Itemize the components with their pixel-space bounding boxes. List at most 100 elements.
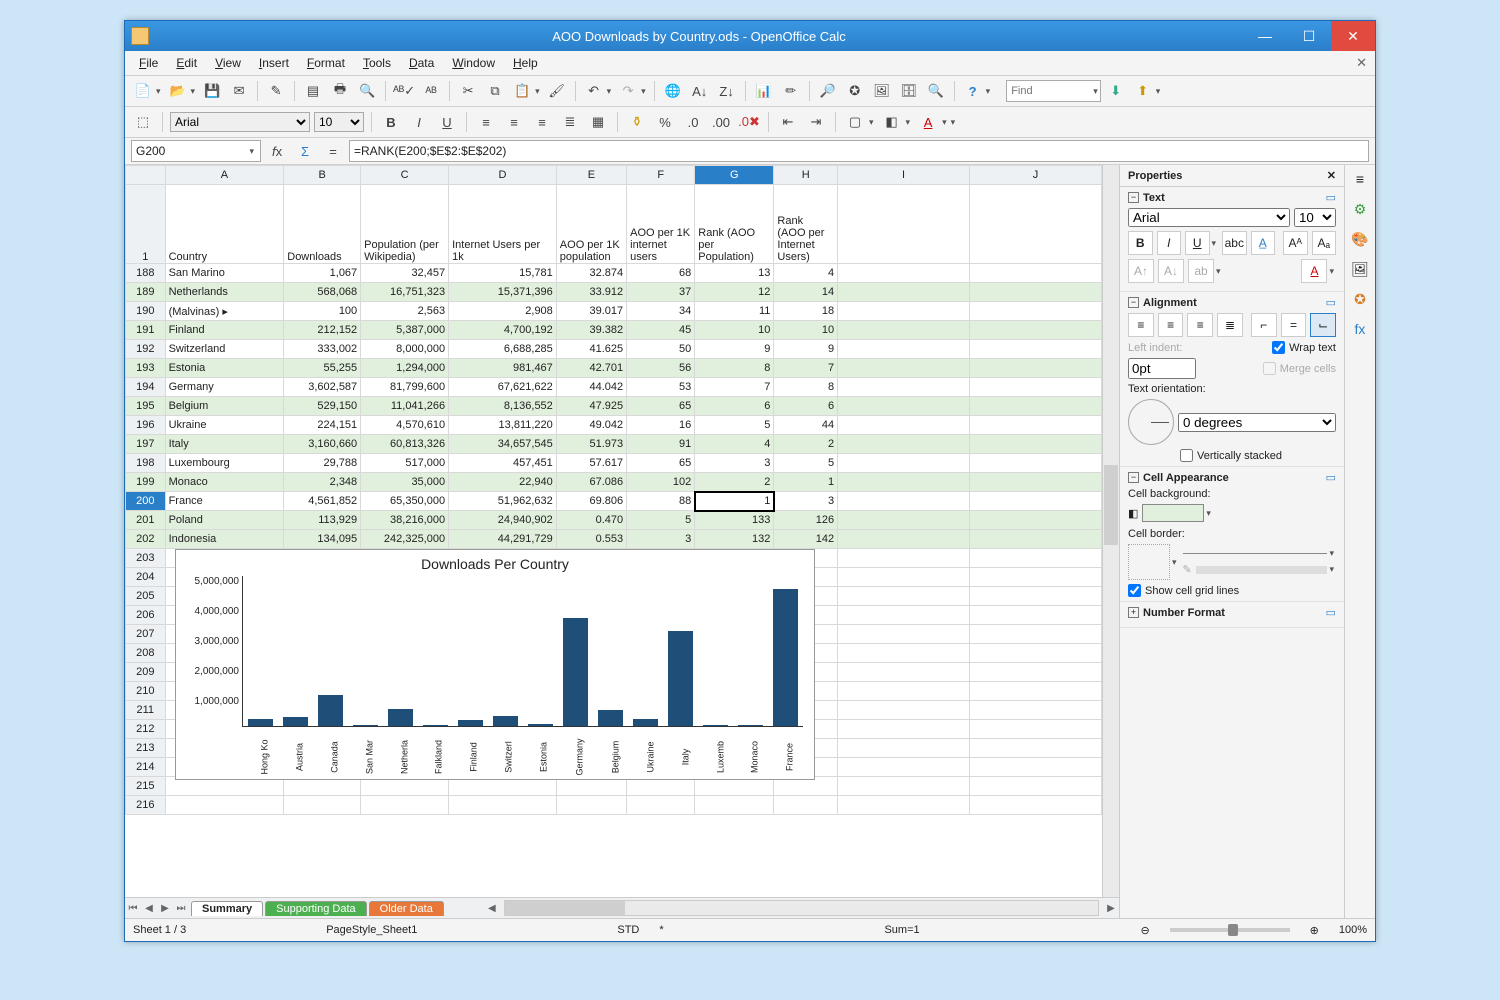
bold-button[interactable]: B bbox=[379, 110, 403, 134]
cell[interactable]: 132 bbox=[695, 530, 774, 549]
cell[interactable]: Belgium bbox=[165, 397, 284, 416]
cell[interactable] bbox=[970, 378, 1102, 397]
cell[interactable] bbox=[838, 625, 970, 644]
paste-icon[interactable]: 📋 bbox=[510, 79, 534, 103]
cell[interactable]: 2,908 bbox=[449, 302, 557, 321]
cell[interactable] bbox=[838, 644, 970, 663]
cell[interactable]: 11 bbox=[695, 302, 774, 321]
cell[interactable] bbox=[970, 701, 1102, 720]
cell[interactable]: 9 bbox=[695, 340, 774, 359]
column-header[interactable]: J bbox=[970, 166, 1102, 185]
cell[interactable]: 9 bbox=[774, 340, 838, 359]
cell[interactable]: 11,041,266 bbox=[361, 397, 449, 416]
align-left-icon[interactable]: ≡ bbox=[474, 110, 498, 134]
menu-view[interactable]: View bbox=[207, 54, 249, 72]
cell[interactable]: 37 bbox=[627, 283, 695, 302]
cell[interactable] bbox=[838, 416, 970, 435]
align-justify-icon[interactable]: ≣ bbox=[1217, 313, 1243, 337]
cell[interactable] bbox=[838, 511, 970, 530]
cell[interactable]: 16 bbox=[627, 416, 695, 435]
cell[interactable] bbox=[838, 606, 970, 625]
align-right-icon[interactable]: ≡ bbox=[1187, 313, 1213, 337]
cell[interactable]: 4,561,852 bbox=[284, 492, 361, 511]
underline-button[interactable]: U bbox=[435, 110, 459, 134]
cell[interactable]: 1,294,000 bbox=[361, 359, 449, 378]
cell[interactable]: 457,451 bbox=[449, 454, 557, 473]
sheet-tab[interactable]: Older Data bbox=[369, 901, 444, 916]
function-icon[interactable]: = bbox=[321, 139, 345, 163]
dropdown-icon[interactable]: ▾ bbox=[869, 117, 874, 128]
row-header[interactable]: 188 bbox=[126, 264, 166, 283]
cell[interactable] bbox=[838, 435, 970, 454]
cell[interactable]: 35,000 bbox=[361, 473, 449, 492]
menu-data[interactable]: Data bbox=[401, 54, 442, 72]
section-more-icon[interactable]: ▭ bbox=[1326, 296, 1336, 309]
subscript-icon[interactable]: Aₐ bbox=[1312, 231, 1337, 255]
cell[interactable]: 8 bbox=[695, 359, 774, 378]
section-more-icon[interactable]: ▭ bbox=[1326, 606, 1336, 619]
cell[interactable] bbox=[838, 454, 970, 473]
align-justify-icon[interactable]: ≣ bbox=[558, 110, 582, 134]
vertical-scrollbar[interactable] bbox=[1102, 165, 1119, 897]
cell[interactable] bbox=[970, 720, 1102, 739]
valign-top-icon[interactable]: ⌐ bbox=[1251, 313, 1277, 337]
sort-desc-icon[interactable]: Z↓ bbox=[715, 79, 739, 103]
menu-window[interactable]: Window bbox=[444, 54, 503, 72]
cell[interactable] bbox=[970, 777, 1102, 796]
left-indent-field[interactable] bbox=[1128, 358, 1196, 379]
copy-icon[interactable]: ⧉ bbox=[483, 79, 507, 103]
cell[interactable] bbox=[838, 682, 970, 701]
cell[interactable] bbox=[838, 663, 970, 682]
cell[interactable]: 5 bbox=[695, 416, 774, 435]
font-name-select[interactable]: Arial bbox=[170, 112, 310, 132]
cell[interactable]: Germany bbox=[165, 378, 284, 397]
cell[interactable]: 65 bbox=[627, 454, 695, 473]
cell[interactable]: 13 bbox=[695, 264, 774, 283]
zoom-out-icon[interactable]: ⊖ bbox=[1140, 924, 1149, 937]
sort-asc-icon[interactable]: A↓ bbox=[688, 79, 712, 103]
navigator-tab-icon[interactable]: ✪ bbox=[1350, 291, 1370, 311]
find-next-up-icon[interactable]: ⬆ bbox=[1131, 79, 1155, 103]
cell[interactable]: 2,563 bbox=[361, 302, 449, 321]
cell-bg-swatch[interactable] bbox=[1142, 504, 1204, 522]
hyperlink-icon[interactable]: 🌐 bbox=[661, 79, 685, 103]
cell[interactable]: 22,940 bbox=[449, 473, 557, 492]
cell[interactable] bbox=[970, 264, 1102, 283]
hscroll-left-icon[interactable]: ◀ bbox=[484, 903, 500, 914]
cell[interactable]: 65,350,000 bbox=[361, 492, 449, 511]
cell[interactable] bbox=[361, 796, 449, 815]
find-input[interactable] bbox=[1007, 82, 1095, 100]
format-paintbrush-icon[interactable]: 🖌 bbox=[545, 79, 569, 103]
cell[interactable]: 33.912 bbox=[556, 283, 626, 302]
functions-tab-icon[interactable]: fx bbox=[1350, 321, 1370, 341]
cell[interactable] bbox=[970, 568, 1102, 587]
cell[interactable] bbox=[774, 796, 838, 815]
cell[interactable] bbox=[838, 587, 970, 606]
cell[interactable]: 1,067 bbox=[284, 264, 361, 283]
cell[interactable] bbox=[970, 416, 1102, 435]
cell[interactable] bbox=[284, 796, 361, 815]
column-header[interactable]: H bbox=[774, 166, 838, 185]
cell[interactable] bbox=[970, 397, 1102, 416]
cell[interactable] bbox=[838, 359, 970, 378]
cell[interactable]: 10 bbox=[774, 321, 838, 340]
cell[interactable]: 15,781 bbox=[449, 264, 557, 283]
cell[interactable] bbox=[838, 397, 970, 416]
find-next-down-icon[interactable]: ⬇ bbox=[1104, 79, 1128, 103]
minimize-button[interactable]: — bbox=[1243, 21, 1287, 51]
cell[interactable]: Indonesia bbox=[165, 530, 284, 549]
row-header[interactable]: 191 bbox=[126, 321, 166, 340]
cell[interactable] bbox=[970, 796, 1102, 815]
cell[interactable]: 55,255 bbox=[284, 359, 361, 378]
cell[interactable] bbox=[838, 777, 970, 796]
align-left-icon[interactable]: ≡ bbox=[1128, 313, 1154, 337]
menu-insert[interactable]: Insert bbox=[251, 54, 297, 72]
dropdown-icon[interactable]: ▾ bbox=[1206, 508, 1211, 519]
cell[interactable] bbox=[838, 340, 970, 359]
name-box[interactable]: G200▾ bbox=[131, 140, 261, 162]
cell[interactable]: Country bbox=[165, 185, 284, 264]
dropdown-icon[interactable]: ▾ bbox=[906, 117, 911, 128]
cell[interactable] bbox=[970, 530, 1102, 549]
cell[interactable] bbox=[838, 378, 970, 397]
zoom-slider[interactable] bbox=[1170, 928, 1290, 932]
